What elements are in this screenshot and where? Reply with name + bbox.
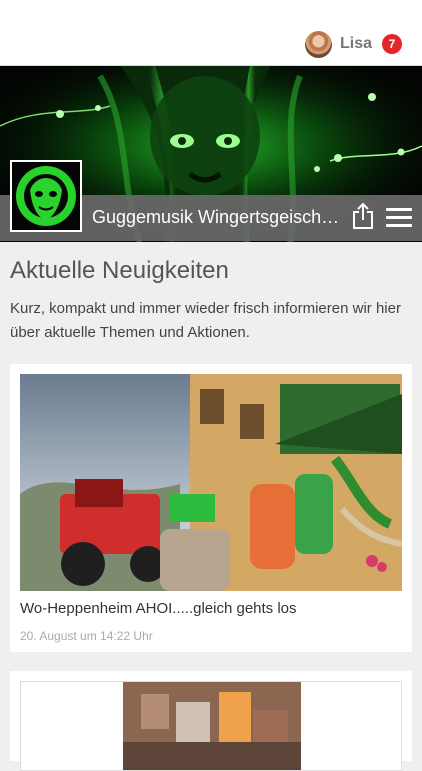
user-avatar[interactable]	[304, 30, 332, 58]
notification-badge[interactable]: 7	[382, 34, 402, 54]
top-bar: Lisa 7	[0, 0, 422, 66]
news-card[interactable]	[10, 671, 412, 771]
share-icon	[353, 202, 373, 229]
share-button[interactable]	[351, 202, 375, 230]
news-date: 20. August um 14:22 Uhr	[20, 629, 153, 643]
hamburger-menu-icon	[386, 224, 412, 227]
news-title[interactable]: Wo-Heppenheim AHOI.....gleich gehts los	[20, 600, 297, 617]
news-photo	[21, 682, 401, 770]
club-logo-image	[12, 162, 80, 230]
user-name[interactable]: Lisa	[340, 35, 372, 53]
club-title[interactable]: Guggemusik Wingertsgeischd…	[92, 207, 346, 228]
hamburger-menu-icon	[386, 216, 412, 219]
page-intro: Kurz, kompakt und immer wieder frisch in…	[10, 300, 401, 341]
hamburger-menu-icon	[386, 208, 412, 211]
club-logo[interactable]	[10, 160, 82, 232]
news-photo	[20, 374, 402, 591]
menu-button[interactable]	[386, 208, 412, 228]
page-title: Aktuelle Neuigkeiten	[10, 257, 229, 284]
news-image[interactable]	[20, 681, 402, 771]
user-menu[interactable]: Lisa 7	[304, 30, 402, 58]
news-image[interactable]	[20, 374, 402, 591]
news-card[interactable]: Wo-Heppenheim AHOI.....gleich gehts los …	[10, 364, 412, 652]
